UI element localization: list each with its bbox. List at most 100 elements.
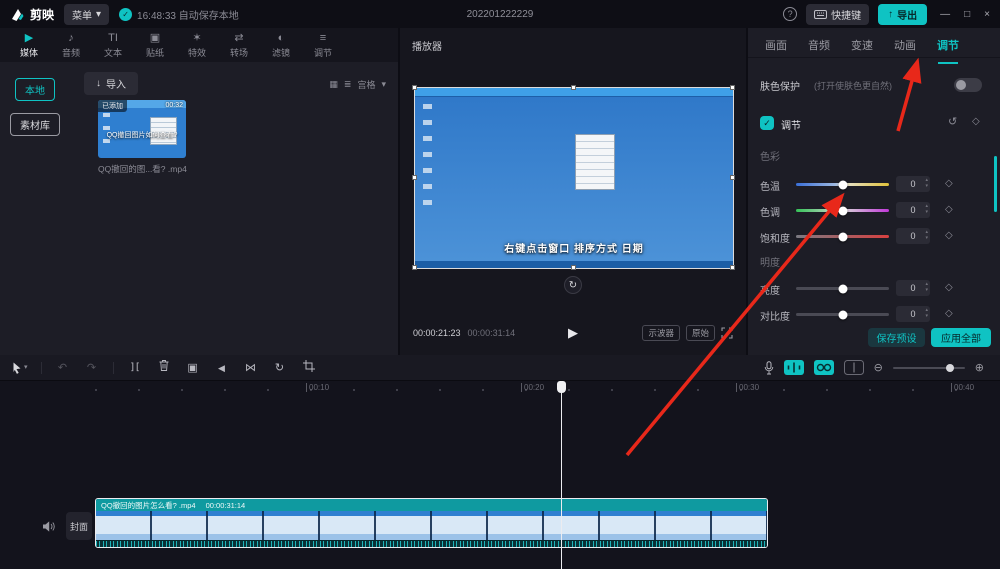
close-button[interactable]: × bbox=[984, 9, 990, 20]
menu-button[interactable]: 菜单 ▾ bbox=[64, 3, 110, 25]
scope-button[interactable]: 示波器 bbox=[642, 325, 680, 341]
zoom-out-button[interactable]: ⊖ bbox=[874, 361, 883, 374]
tab-text[interactable]: TI 文本 bbox=[92, 32, 134, 59]
selection-handle-ne[interactable] bbox=[730, 85, 735, 90]
reverse-button[interactable]: ◀ bbox=[214, 361, 230, 375]
cover-button[interactable]: 封面 bbox=[66, 512, 92, 540]
contrast-value[interactable]: 0 ▴ ▾ bbox=[896, 306, 930, 322]
preview-axis-toggle[interactable] bbox=[843, 360, 864, 375]
tab-picture[interactable]: 画面 bbox=[765, 37, 787, 57]
tab-adjust[interactable]: ≡ 调节 bbox=[302, 32, 344, 59]
minimize-button[interactable]: — bbox=[940, 9, 950, 20]
export-button[interactable]: ↑ 导出 bbox=[878, 3, 928, 25]
skin-protect-toggle[interactable] bbox=[954, 78, 982, 92]
video-clip[interactable]: QQ撤回的图片怎么看? .mp4 00:00:31:14 bbox=[95, 498, 768, 548]
value-spinner[interactable]: ▴ ▾ bbox=[925, 203, 928, 215]
slider-handle[interactable] bbox=[838, 180, 847, 189]
slider-handle[interactable] bbox=[838, 310, 847, 319]
import-button[interactable]: ↓ 导入 bbox=[84, 72, 138, 95]
reset-icon[interactable]: ↺ bbox=[948, 115, 957, 128]
rotate-handle[interactable]: ↻ bbox=[564, 276, 582, 294]
panel-scrollbar[interactable] bbox=[994, 156, 997, 212]
tab-filter[interactable]: ◐ 滤镜 bbox=[260, 32, 302, 59]
tab-audio-settings[interactable]: 音频 bbox=[808, 37, 830, 57]
grid-view-icon[interactable]: ▦ bbox=[329, 79, 338, 90]
split-button[interactable]: ][ bbox=[127, 361, 143, 375]
tab-animation[interactable]: 动画 bbox=[894, 37, 916, 57]
brightness-slider[interactable] bbox=[796, 284, 889, 293]
keyframe-diamond-icon[interactable]: ◇ bbox=[972, 116, 980, 127]
crop-button[interactable] bbox=[301, 359, 317, 376]
record-voiceover-button[interactable] bbox=[764, 360, 774, 375]
keyframe-diamond-icon[interactable]: ◇ bbox=[945, 230, 953, 241]
keyframe-diamond-icon[interactable]: ◇ bbox=[945, 178, 953, 189]
temperature-value[interactable]: 0 ▴ ▾ bbox=[896, 176, 930, 192]
slider-handle[interactable] bbox=[838, 232, 847, 241]
selection-handle-n[interactable] bbox=[571, 85, 576, 90]
text-icon: TI bbox=[108, 31, 118, 44]
undo-button[interactable]: ↶ bbox=[55, 361, 71, 375]
value-spinner[interactable]: ▴ ▾ bbox=[925, 307, 928, 319]
media-item-thumbnail[interactable]: QQ撤回图片如何查看? 已添加 00:32 bbox=[98, 100, 186, 158]
keyframe-diamond-icon[interactable]: ◇ bbox=[945, 282, 953, 293]
select-tool-button[interactable]: ▾ bbox=[12, 361, 28, 375]
video-subtitle: 右键点击窗口 排序方式 日期 bbox=[504, 244, 644, 255]
selection-handle-sw[interactable] bbox=[412, 265, 417, 270]
chevron-down-icon[interactable]: ▾ bbox=[381, 79, 386, 90]
original-ratio-button[interactable]: 原始 bbox=[685, 325, 715, 341]
trash-icon bbox=[159, 360, 169, 371]
shortcuts-button[interactable]: 快捷键 bbox=[806, 3, 870, 25]
value-spinner[interactable]: ▴ ▾ bbox=[925, 229, 928, 241]
maximize-button[interactable]: □ bbox=[964, 9, 970, 20]
selection-handle-se[interactable] bbox=[730, 265, 735, 270]
view-mode-label[interactable]: 宫格 bbox=[357, 78, 375, 91]
selection-handle-nw[interactable] bbox=[412, 85, 417, 90]
track-mute-speaker-icon[interactable] bbox=[42, 520, 55, 538]
saturation-slider[interactable] bbox=[796, 232, 889, 241]
tab-audio[interactable]: ♪ 音频 bbox=[50, 32, 92, 59]
keyframe-diamond-icon[interactable]: ◇ bbox=[945, 308, 953, 319]
zoom-slider-handle[interactable] bbox=[946, 363, 955, 372]
brightness-value[interactable]: 0 ▴ ▾ bbox=[896, 280, 930, 296]
fullscreen-icon[interactable] bbox=[721, 327, 733, 339]
selection-handle-w[interactable] bbox=[412, 175, 417, 180]
time-ruler[interactable]: 00:10 00:20 00:30 00:40 bbox=[0, 381, 1000, 395]
tint-value[interactable]: 0 ▴ ▾ bbox=[896, 202, 930, 218]
tab-adjustment[interactable]: 调节 bbox=[937, 37, 959, 64]
freeze-frame-button[interactable]: ▣ bbox=[185, 361, 201, 375]
tab-transition[interactable]: ⇄ 转场 bbox=[218, 32, 260, 59]
value-spinner[interactable]: ▴ ▾ bbox=[925, 281, 928, 293]
timeline-zoom-slider[interactable] bbox=[892, 363, 965, 372]
video-preview[interactable]: 右键点击窗口 排序方式 日期 bbox=[414, 87, 734, 269]
apply-all-button[interactable]: 应用全部 bbox=[931, 328, 991, 347]
list-view-icon[interactable]: ≣ bbox=[344, 79, 352, 90]
tint-slider[interactable] bbox=[796, 206, 889, 215]
save-preset-button[interactable]: 保存预设 bbox=[868, 328, 925, 347]
keyframe-diamond-icon[interactable]: ◇ bbox=[945, 204, 953, 215]
contrast-slider[interactable] bbox=[796, 310, 889, 319]
selection-handle-s[interactable] bbox=[571, 265, 576, 270]
slider-handle[interactable] bbox=[838, 284, 847, 293]
play-button[interactable]: ▶ bbox=[568, 325, 578, 341]
saturation-value[interactable]: 0 ▴ ▾ bbox=[896, 228, 930, 244]
main-track-magnet-toggle[interactable] bbox=[783, 360, 804, 375]
slider-handle[interactable] bbox=[838, 206, 847, 215]
playhead-handle[interactable] bbox=[557, 381, 566, 393]
help-icon[interactable]: ? bbox=[783, 7, 798, 21]
zoom-in-button[interactable]: ⊕ bbox=[975, 361, 984, 374]
temperature-slider[interactable] bbox=[796, 180, 889, 189]
mirror-button[interactable]: ⋈ bbox=[243, 361, 259, 375]
linkage-toggle[interactable] bbox=[813, 360, 834, 375]
tab-media[interactable]: ▶ 媒体 bbox=[8, 32, 50, 59]
rotate-button[interactable]: ↻ bbox=[272, 361, 288, 375]
redo-button[interactable]: ↷ bbox=[84, 361, 100, 375]
tab-effects[interactable]: ✶ 特效 bbox=[176, 32, 218, 59]
tab-speed[interactable]: 变速 bbox=[851, 37, 873, 57]
sidebar-item-material-library[interactable]: 素材库 bbox=[10, 113, 60, 136]
delete-button[interactable] bbox=[156, 359, 172, 376]
adjust-enable-checkbox[interactable]: ✓ bbox=[760, 116, 774, 130]
sidebar-item-local[interactable]: 本地 bbox=[15, 78, 55, 101]
tab-sticker[interactable]: ▣ 贴纸 bbox=[134, 32, 176, 59]
value-spinner[interactable]: ▴ ▾ bbox=[925, 177, 928, 189]
selection-handle-e[interactable] bbox=[730, 175, 735, 180]
